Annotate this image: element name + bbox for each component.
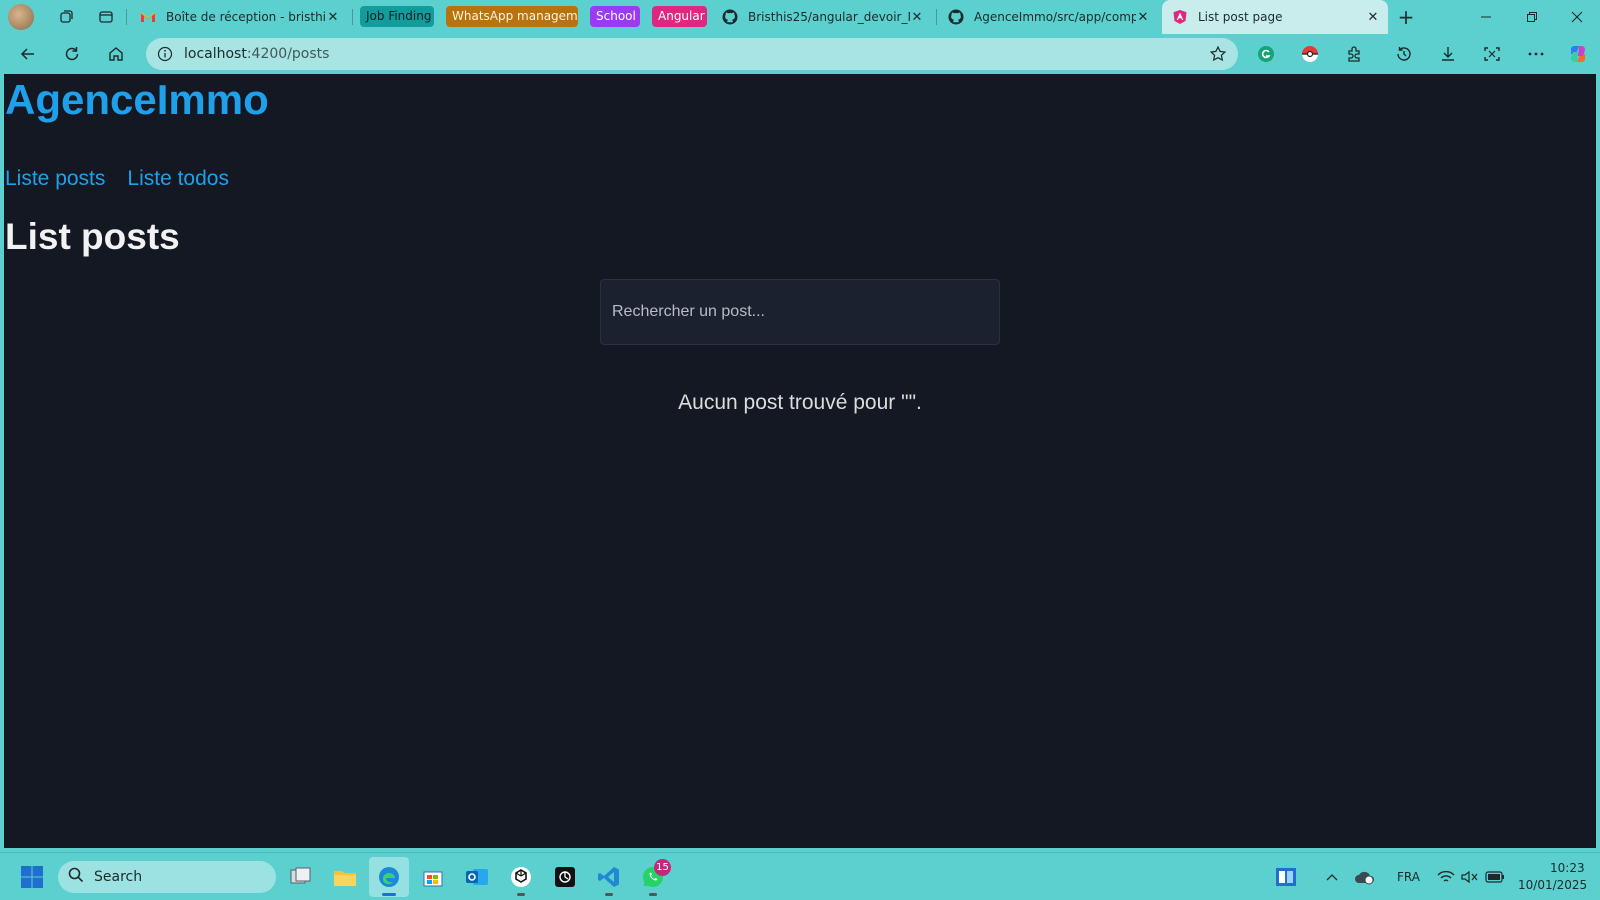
volume-muted-icon[interactable]	[1458, 857, 1482, 897]
running-indicator	[517, 893, 525, 896]
github-icon	[948, 9, 964, 25]
tab-title: Boîte de réception - bristhisdev	[166, 10, 326, 24]
active-indicator	[382, 893, 396, 896]
close-window-icon[interactable]	[1554, 0, 1600, 34]
pokeball-extension-icon[interactable]	[1294, 38, 1326, 70]
tab-actions-icon[interactable]	[92, 0, 120, 34]
tab-strip: Boîte de réception - bristhisdev ✕ Job F…	[0, 0, 1600, 34]
screenshot-icon[interactable]	[1476, 38, 1508, 70]
taskbar-search[interactable]: Search	[58, 861, 276, 893]
copilot-icon[interactable]	[1562, 38, 1594, 70]
address-bar[interactable]: localhost:4200/posts	[146, 38, 1238, 70]
close-tab-icon[interactable]: ✕	[326, 10, 340, 25]
whatsapp-icon[interactable]: 15	[633, 857, 673, 897]
downloads-icon[interactable]	[1432, 38, 1464, 70]
tab-list-post-page[interactable]: List post page ✕	[1162, 0, 1388, 34]
workspaces-icon[interactable]	[52, 0, 80, 34]
new-tab-button[interactable]: +	[1392, 0, 1420, 34]
tab-github-agenceimmo[interactable]: AgenceImmo/src/app/components ✕	[938, 0, 1158, 34]
page-title: List posts	[5, 216, 180, 257]
task-view-icon[interactable]	[281, 857, 321, 897]
favorite-star-icon[interactable]	[1198, 45, 1238, 63]
reload-icon[interactable]	[56, 38, 88, 70]
angular-icon	[1172, 9, 1188, 25]
github-icon	[722, 9, 738, 25]
restore-icon[interactable]	[1509, 0, 1555, 34]
home-icon[interactable]	[100, 38, 132, 70]
empty-results-message: Aucun post trouvé pour "".	[678, 391, 922, 414]
web-page: AgenceImmo Liste posts Liste todos List …	[4, 74, 1596, 848]
tab-title: AgenceImmo/src/app/components	[974, 10, 1136, 24]
minimize-icon[interactable]	[1463, 0, 1509, 34]
vscode-icon[interactable]	[589, 857, 629, 897]
chevron-up-icon[interactable]	[1318, 857, 1346, 897]
profile-avatar[interactable]	[8, 4, 34, 30]
battery-icon[interactable]	[1482, 857, 1508, 897]
widgets-icon[interactable]	[1266, 857, 1306, 897]
brand-title: AgenceImmo	[5, 76, 269, 123]
search-icon	[68, 867, 84, 887]
chatgpt-icon[interactable]	[501, 857, 541, 897]
terminal-app-icon[interactable]	[545, 857, 585, 897]
onedrive-icon[interactable]	[1350, 857, 1380, 897]
close-tab-icon[interactable]: ✕	[910, 10, 924, 25]
taskbar: Search 15 FRA 10:23 10/01/2025	[0, 852, 1600, 900]
running-indicator	[649, 893, 657, 896]
tab-group-whatsapp[interactable]: WhatsApp management	[446, 6, 578, 27]
file-explorer-icon[interactable]	[325, 857, 365, 897]
tab-github-devoir[interactable]: Bristhis25/angular_devoir_Mahamat ✕	[712, 0, 932, 34]
tab-separator	[352, 9, 353, 25]
site-info-icon[interactable]	[146, 46, 184, 62]
clock-time[interactable]: 10:23	[1550, 861, 1585, 875]
running-indicator	[605, 893, 613, 896]
tab-group-school[interactable]: School	[590, 6, 640, 27]
nav-link-todos[interactable]: Liste todos	[127, 166, 229, 192]
language-indicator[interactable]: FRA	[1397, 870, 1420, 884]
notification-badge: 15	[654, 859, 671, 876]
wifi-icon[interactable]	[1434, 857, 1458, 897]
extensions-icon[interactable]	[1338, 38, 1370, 70]
more-menu-icon[interactable]	[1520, 38, 1552, 70]
tab-title: Bristhis25/angular_devoir_Mahamat	[748, 10, 910, 24]
gmail-icon	[140, 9, 156, 25]
close-tab-icon[interactable]: ✕	[1136, 10, 1150, 25]
url-host: localhost	[184, 46, 247, 62]
tab-group-angular[interactable]: Angular	[652, 6, 707, 27]
clock-date[interactable]: 10/01/2025	[1518, 878, 1587, 892]
grammarly-extension-icon[interactable]	[1250, 38, 1282, 70]
main-nav: Liste posts Liste todos	[5, 166, 229, 192]
outlook-icon[interactable]	[457, 857, 497, 897]
tab-gmail[interactable]: Boîte de réception - bristhisdev ✕	[130, 0, 348, 34]
browser-toolbar: localhost:4200/posts	[0, 34, 1600, 74]
history-icon[interactable]	[1388, 38, 1420, 70]
close-tab-icon[interactable]: ✕	[1366, 10, 1380, 25]
windows-start-icon[interactable]	[12, 857, 52, 897]
nav-link-posts[interactable]: Liste posts	[5, 166, 105, 192]
tab-separator	[126, 9, 127, 25]
tab-separator	[936, 9, 937, 25]
tab-group-job-finding[interactable]: Job Finding	[360, 6, 434, 27]
url-path: :4200/posts	[246, 46, 330, 62]
url-text[interactable]: localhost:4200/posts	[184, 46, 1198, 62]
taskbar-search-label: Search	[94, 869, 143, 885]
microsoft-store-icon[interactable]	[413, 857, 453, 897]
edge-browser-icon[interactable]	[369, 857, 409, 897]
tab-title: List post page	[1198, 10, 1283, 24]
search-post-input[interactable]	[600, 279, 1000, 345]
back-icon[interactable]	[12, 38, 44, 70]
